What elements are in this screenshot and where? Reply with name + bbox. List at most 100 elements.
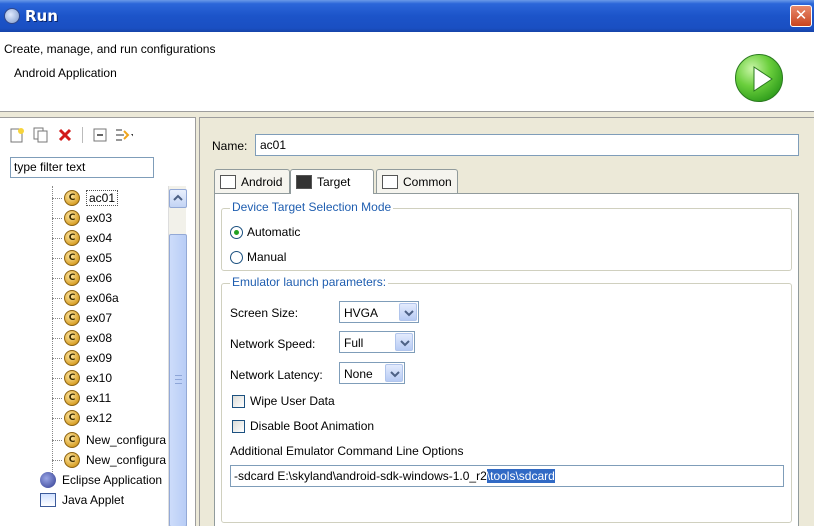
tab-target[interactable]: Target xyxy=(290,169,374,194)
tab-android[interactable]: Android xyxy=(214,169,290,193)
additional-options-label: Additional Emulator Command Line Options xyxy=(230,444,464,458)
android-config-icon: C xyxy=(64,350,80,366)
tree-item-label: ex03 xyxy=(86,211,113,225)
android-tab-icon xyxy=(220,174,236,189)
header-description: Create, manage, and run configurations xyxy=(4,42,216,56)
tree-item[interactable]: Cex07 xyxy=(52,308,112,328)
run-icon xyxy=(735,54,783,102)
checkbox-label: Disable Boot Animation xyxy=(250,419,375,433)
android-config-icon: C xyxy=(64,410,80,426)
network-latency-label: Network Latency: xyxy=(230,368,323,382)
tree-item[interactable]: C New_configura xyxy=(52,450,166,470)
tree-item-label: ex04 xyxy=(86,231,113,245)
network-speed-select[interactable]: Full xyxy=(339,331,415,353)
android-config-icon: C xyxy=(64,190,80,206)
tree-item[interactable]: Cex09 xyxy=(52,348,112,368)
checkbox[interactable] xyxy=(232,394,245,408)
toolbar-separator xyxy=(82,127,83,143)
common-tab-icon xyxy=(382,174,398,189)
select-value: None xyxy=(344,367,373,381)
tree-item[interactable]: Cex04 xyxy=(52,228,112,248)
collapse-all-icon[interactable] xyxy=(91,126,109,144)
radio-manual[interactable]: Manual xyxy=(230,250,286,264)
emulator-params-group: Emulator launch parameters: Screen Size:… xyxy=(221,275,792,523)
android-config-icon: C xyxy=(64,290,80,306)
tree-category-label: Eclipse Application xyxy=(62,473,163,487)
scroll-thumb[interactable] xyxy=(169,234,187,526)
android-config-icon: C xyxy=(64,230,80,246)
android-config-icon: C xyxy=(64,310,80,326)
scroll-up-button[interactable] xyxy=(169,189,187,208)
tree-item-label: ex09 xyxy=(86,351,113,365)
radio-label: Automatic xyxy=(247,225,301,239)
tree-item[interactable]: Cex06a xyxy=(52,288,119,308)
android-config-icon: C xyxy=(64,250,80,266)
eclipse-icon xyxy=(40,472,56,488)
tree-item-label: ex07 xyxy=(86,311,113,325)
network-latency-select[interactable]: None xyxy=(339,362,405,384)
name-field[interactable]: ac01 xyxy=(255,134,799,156)
tree-item-label: ac01 xyxy=(86,190,119,206)
options-selected-text: \tools\sdcard xyxy=(486,469,555,483)
tree-category-label: Java Applet xyxy=(62,493,125,507)
network-speed-label: Network Speed: xyxy=(230,337,316,351)
configuration-editor: Name: ac01 Android Target Common Device … xyxy=(199,117,814,526)
select-value: HVGA xyxy=(344,306,379,320)
additional-options-input[interactable]: -sdcard E:\skyland\android-sdk-windows-1… xyxy=(230,465,784,487)
disable-boot-animation-checkbox[interactable]: Disable Boot Animation xyxy=(232,419,374,433)
tree-item-ac01[interactable]: Cac01 xyxy=(52,188,119,208)
header-subtitle: Android Application xyxy=(14,66,117,80)
screen-size-label: Screen Size: xyxy=(230,306,299,320)
window-title: Run xyxy=(25,7,58,25)
android-config-icon: C xyxy=(64,330,80,346)
tree-item[interactable]: Cex06 xyxy=(52,268,112,288)
tab-label: Common xyxy=(403,174,452,189)
radio-automatic[interactable]: Automatic xyxy=(230,225,300,239)
tree-item-label: ex06a xyxy=(86,291,119,305)
android-config-icon: C xyxy=(64,370,80,386)
tree-scrollbar[interactable] xyxy=(168,186,187,526)
duplicate-icon[interactable] xyxy=(32,126,50,144)
configurations-toolbar xyxy=(8,124,133,146)
tree-item[interactable]: Cex03 xyxy=(52,208,112,228)
tree-item[interactable]: Cex11 xyxy=(52,388,111,408)
configurations-panel: type filter text Cac01 Cex03 Cex04 Cex05… xyxy=(0,117,196,526)
select-value: Full xyxy=(344,336,364,350)
chevron-down-icon[interactable] xyxy=(395,333,413,351)
tree-item-label: ex08 xyxy=(86,331,113,345)
tree-item-label: ex10 xyxy=(86,371,113,385)
delete-icon[interactable] xyxy=(56,126,74,144)
tree-item-label: New_configura xyxy=(86,433,167,447)
radio-button[interactable] xyxy=(230,250,243,264)
tree-item[interactable]: C New_configura xyxy=(52,430,166,450)
chevron-down-icon[interactable] xyxy=(385,364,403,382)
tab-label: Android xyxy=(241,174,283,189)
wipe-user-data-checkbox[interactable]: Wipe User Data xyxy=(232,394,335,408)
tree-category-java-applet[interactable]: Java Applet xyxy=(40,490,124,510)
tree-item[interactable]: Cex10 xyxy=(52,368,112,388)
close-button[interactable]: ✕ xyxy=(790,5,812,27)
chevron-down-icon[interactable] xyxy=(399,303,417,321)
tree-item[interactable]: Cex05 xyxy=(52,248,112,268)
android-config-icon: C xyxy=(64,432,80,448)
tree-item[interactable]: Cex08 xyxy=(52,328,112,348)
android-config-icon: C xyxy=(64,270,80,286)
tree-item-label: ex05 xyxy=(86,251,113,265)
filter-input[interactable]: type filter text xyxy=(10,157,154,178)
tab-common[interactable]: Common xyxy=(376,169,458,193)
tree-category-eclipse[interactable]: Eclipse Application xyxy=(40,470,162,490)
tree-item-label: ex11 xyxy=(86,391,112,405)
new-config-icon[interactable] xyxy=(8,126,26,144)
filter-icon[interactable] xyxy=(115,126,133,144)
monitor-icon xyxy=(296,175,312,189)
configurations-tree: Cac01 Cex03 Cex04 Cex05 Cex06 Cex06a Cex… xyxy=(0,186,168,526)
checkbox[interactable] xyxy=(232,419,245,433)
tree-item-label: New_configura xyxy=(86,453,167,467)
name-label: Name: xyxy=(212,139,248,153)
group-title: Device Target Selection Mode xyxy=(230,200,394,214)
screen-size-select[interactable]: HVGA xyxy=(339,301,419,323)
android-config-icon: C xyxy=(64,390,80,406)
radio-button[interactable] xyxy=(230,225,243,239)
options-text: -sdcard E:\skyland\android-sdk-windows-1… xyxy=(234,469,487,483)
tree-item[interactable]: Cex12 xyxy=(52,408,112,428)
